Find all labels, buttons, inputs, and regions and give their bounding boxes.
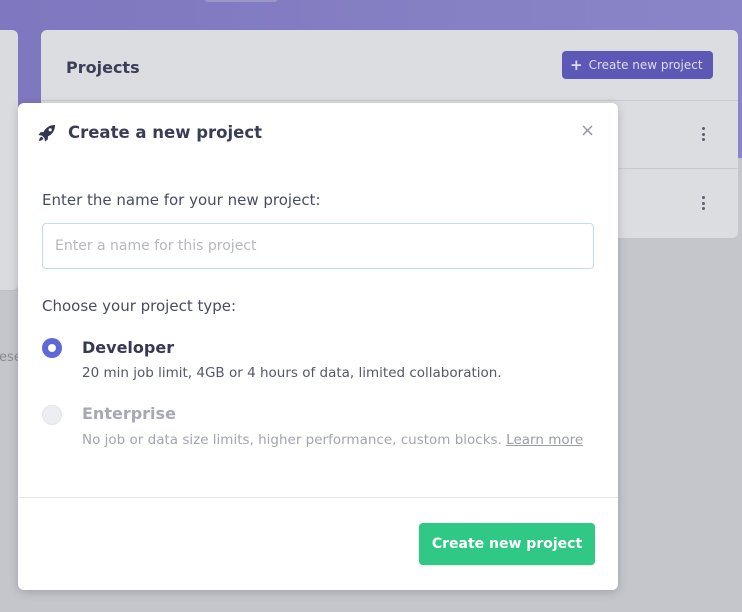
create-new-project-button[interactable]: Create new project <box>419 523 595 565</box>
project-name-label: Enter the name for your new project: <box>42 191 321 209</box>
left-divider <box>0 290 18 291</box>
footer-divider <box>18 497 618 498</box>
project-type-label: Choose your project type: <box>42 297 237 315</box>
project-name-input[interactable] <box>42 223 594 269</box>
kebab-menu-icon[interactable] <box>701 196 705 210</box>
radio-developer[interactable] <box>42 338 62 358</box>
row-divider <box>41 100 738 101</box>
create-project-button-label: Create new project <box>588 58 703 72</box>
radio-enterprise[interactable] <box>42 405 62 425</box>
option-description: No job or data size limits, higher perfo… <box>82 432 502 448</box>
left-panel <box>0 30 18 290</box>
option-title: Enterprise <box>82 404 176 423</box>
modal-header: Create a new project × <box>18 103 618 163</box>
modal-title: Create a new project <box>68 123 262 142</box>
plus-icon: + <box>570 55 583 74</box>
top-tab-indicator <box>204 0 278 2</box>
kebab-menu-icon[interactable] <box>701 127 705 141</box>
projects-title: Projects <box>66 58 140 77</box>
close-icon[interactable]: × <box>580 122 595 140</box>
option-description-line: No job or data size limits, higher perfo… <box>82 432 583 448</box>
rocket-icon <box>37 123 57 143</box>
option-description: 20 min job limit, 4GB or 4 hours of data… <box>82 365 502 381</box>
create-project-button[interactable]: + Create new project <box>562 51 713 79</box>
create-project-modal: Create a new project × Enter the name fo… <box>18 103 618 590</box>
learn-more-link[interactable]: Learn more <box>506 432 583 448</box>
option-title: Developer <box>82 338 175 357</box>
